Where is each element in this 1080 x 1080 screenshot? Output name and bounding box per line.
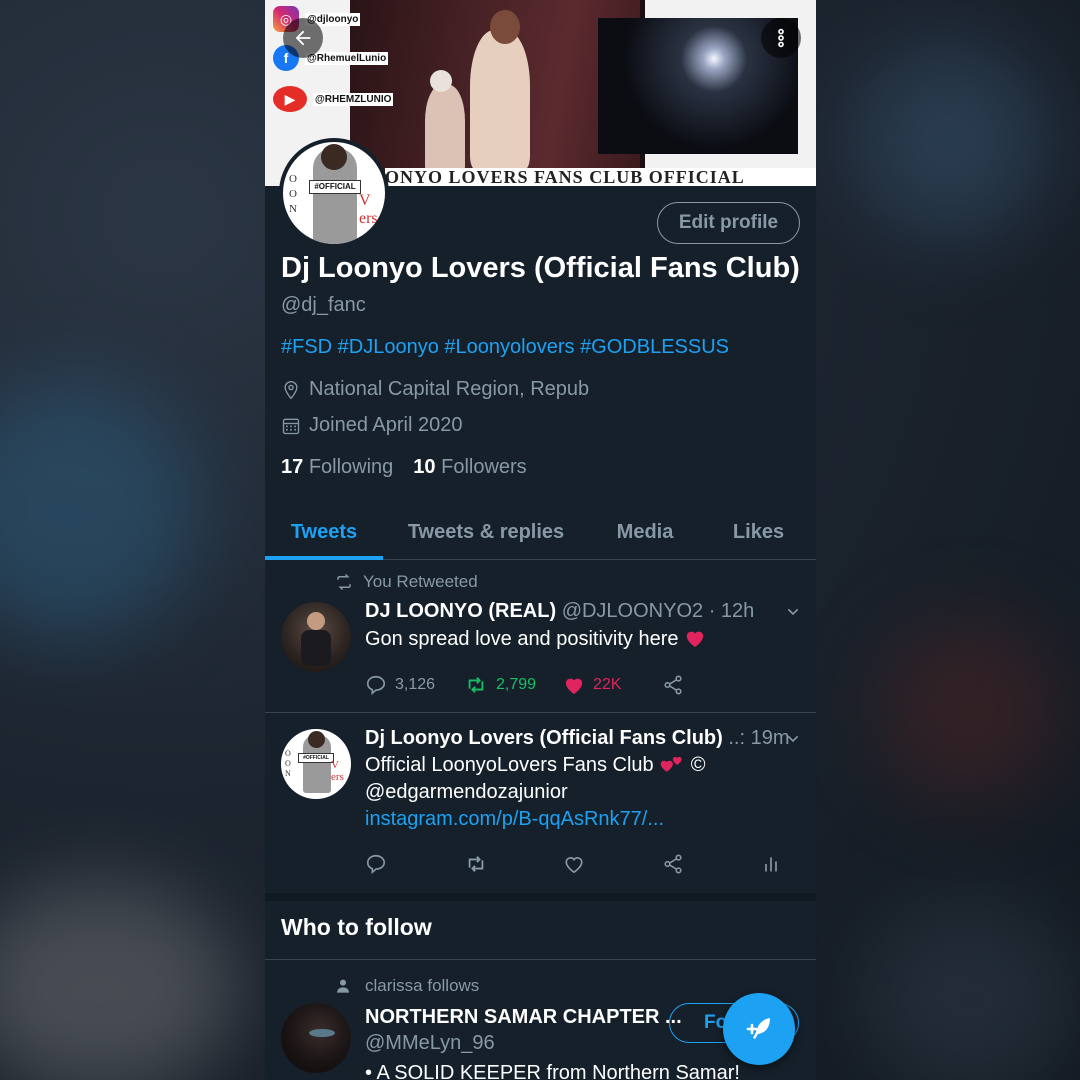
suggestion-name[interactable]: NORTHERN SAMAR CHAPTER ... bbox=[365, 1006, 682, 1029]
heart-outline-icon bbox=[565, 857, 583, 874]
retweet-button[interactable] bbox=[464, 853, 563, 875]
reply-button[interactable] bbox=[365, 853, 464, 875]
profile-avatar[interactable]: #OFFICIAL OON Vers bbox=[279, 138, 389, 248]
like-button[interactable]: 22K bbox=[563, 675, 662, 695]
tweet-header: Dj Loonyo Lovers (Official Fans Club) ..… bbox=[365, 727, 790, 750]
tweet-text-line2: @edgarmendozajunior bbox=[365, 781, 568, 803]
joined-text: Joined April 2020 bbox=[309, 414, 463, 436]
like-button[interactable] bbox=[563, 854, 662, 874]
suggestion-avatar[interactable] bbox=[281, 1003, 351, 1073]
copyright-icon: © bbox=[690, 754, 706, 776]
tweet-author-name[interactable]: DJ LOONYO (REAL) bbox=[365, 600, 556, 622]
tweet-item[interactable]: #OFFICIAL OON Vers Dj Loonyo Lovers (Off… bbox=[265, 713, 816, 893]
analytics-button[interactable] bbox=[761, 853, 781, 875]
profile-location: National Capital Region, Repub bbox=[281, 378, 589, 401]
social-context: clarissa follows bbox=[335, 976, 479, 996]
tweet-author-avatar[interactable] bbox=[281, 602, 351, 672]
following-label: Following bbox=[308, 456, 394, 478]
tweet-link[interactable]: instagram.com/p/B-qqAsRnk77/... bbox=[365, 806, 805, 833]
banner-stage-photo bbox=[350, 0, 640, 186]
tweet-text: Gon spread love and positivity here bbox=[365, 626, 706, 653]
reply-count: 3,126 bbox=[395, 676, 436, 693]
analytics-icon bbox=[765, 857, 777, 872]
tweet-header: DJ LOONYO (REAL) @DJLOONYO2 · 12h bbox=[365, 600, 754, 623]
back-arrow-icon bbox=[295, 30, 311, 46]
followers-link[interactable]: 10 Followers bbox=[413, 456, 526, 479]
edit-profile-button[interactable]: Edit profile bbox=[657, 202, 800, 244]
section-separator bbox=[265, 893, 816, 901]
twitter-profile-screen: ◎ @djloonyo f @RhemuelLunio ▶ @RHEMZLUNI… bbox=[265, 0, 816, 1080]
facebook-handle: @RhemuelLunio bbox=[305, 51, 389, 65]
location-text: National Capital Region, Repub bbox=[309, 378, 590, 400]
tweet-item[interactable]: You Retweeted DJ LOONYO (REAL) @DJLOONYO… bbox=[265, 560, 816, 713]
reply-icon bbox=[366, 675, 386, 696]
suggestion-handle: @MMeLyn_96 bbox=[365, 1032, 495, 1054]
profile-tabs: Tweets Tweets & replies Media Likes bbox=[265, 506, 816, 560]
retweet-context: You Retweeted bbox=[335, 572, 478, 592]
location-pin-icon bbox=[284, 380, 298, 399]
compose-feather-icon bbox=[746, 1018, 770, 1039]
tab-media[interactable]: Media bbox=[589, 506, 701, 559]
followers-count: 10 bbox=[413, 456, 436, 478]
tweet-actions: 3,126 2,799 22K bbox=[365, 674, 684, 696]
tweet-handle-time: @DJLOONYO2 · 12h bbox=[561, 600, 755, 622]
retweet-small-icon bbox=[337, 573, 351, 591]
tweet-handle-time: ..: 19m bbox=[728, 727, 790, 749]
more-vertical-icon bbox=[778, 28, 784, 48]
social-context-text: clarissa follows bbox=[365, 976, 480, 995]
tweet-actions bbox=[365, 853, 781, 875]
retweet-button[interactable]: 2,799 bbox=[464, 674, 563, 696]
following-link[interactable]: 17 Following bbox=[281, 456, 393, 479]
tweet-author-name[interactable]: Dj Loonyo Lovers (Official Fans Club) bbox=[365, 727, 723, 749]
retweet-note: You Retweeted bbox=[363, 572, 478, 591]
share-button[interactable] bbox=[662, 853, 761, 875]
suggestion-name-text: NORTHERN SAMAR CHAPTER ... bbox=[365, 1006, 682, 1028]
share-icon bbox=[664, 675, 682, 695]
who-to-follow-title: Who to follow bbox=[281, 914, 432, 940]
chevron-down-icon[interactable] bbox=[785, 604, 801, 625]
chevron-down-icon[interactable] bbox=[785, 731, 801, 752]
following-count: 17 bbox=[281, 456, 304, 478]
red-heart-emoji-icon bbox=[686, 631, 704, 648]
profile-joined: Joined April 2020 bbox=[281, 414, 462, 437]
more-options-button[interactable] bbox=[761, 18, 801, 58]
banner-strip-text: ONYO LOVERS FANS CLUB OFFICIAL bbox=[385, 168, 816, 186]
follow-counts: 17 Following 10 Followers bbox=[281, 456, 527, 479]
profile-bio[interactable]: #FSD #DJLoonyo #Loonyolovers #GODBLESSUS bbox=[281, 336, 729, 359]
followers-label: Followers bbox=[441, 456, 527, 478]
suggestion-bio: • A SOLID KEEPER from Northern Samar! bbox=[365, 1062, 740, 1080]
share-icon bbox=[664, 854, 682, 874]
retweet-icon bbox=[468, 677, 484, 693]
tab-tweets-replies[interactable]: Tweets & replies bbox=[383, 506, 589, 559]
like-count: 22K bbox=[593, 676, 622, 693]
share-button[interactable] bbox=[662, 674, 684, 696]
reply-button[interactable]: 3,126 bbox=[365, 674, 464, 696]
profile-name: Dj Loonyo Lovers (Official Fans Club) bbox=[281, 252, 800, 284]
tweet-text: Official LoonyoLovers Fans Club © @edgar… bbox=[365, 752, 805, 833]
tab-tweets[interactable]: Tweets bbox=[265, 506, 383, 560]
youtube-row: ▶ @RHEMZLUNIO bbox=[273, 86, 394, 112]
reply-icon bbox=[366, 854, 386, 875]
retweet-icon bbox=[468, 856, 484, 872]
calendar-icon bbox=[282, 418, 300, 434]
two-hearts-emoji-icon bbox=[660, 756, 682, 772]
tweet-text-content: Gon spread love and positivity here bbox=[365, 628, 679, 650]
divider bbox=[265, 959, 816, 960]
youtube-handle: @RHEMZLUNIO bbox=[313, 92, 394, 106]
tweet-text-line1: Official LoonyoLovers Fans Club bbox=[365, 754, 654, 776]
profile-handle: @dj_fanc bbox=[281, 294, 366, 316]
retweet-count: 2,799 bbox=[496, 676, 537, 693]
person-icon bbox=[337, 979, 349, 993]
compose-tweet-button[interactable] bbox=[723, 993, 795, 1065]
youtube-icon: ▶ bbox=[273, 86, 307, 112]
tab-likes[interactable]: Likes bbox=[701, 506, 816, 559]
tweet-author-avatar[interactable]: #OFFICIAL OON Vers bbox=[281, 729, 351, 799]
back-button[interactable] bbox=[283, 18, 323, 58]
heart-filled-icon bbox=[565, 678, 583, 695]
